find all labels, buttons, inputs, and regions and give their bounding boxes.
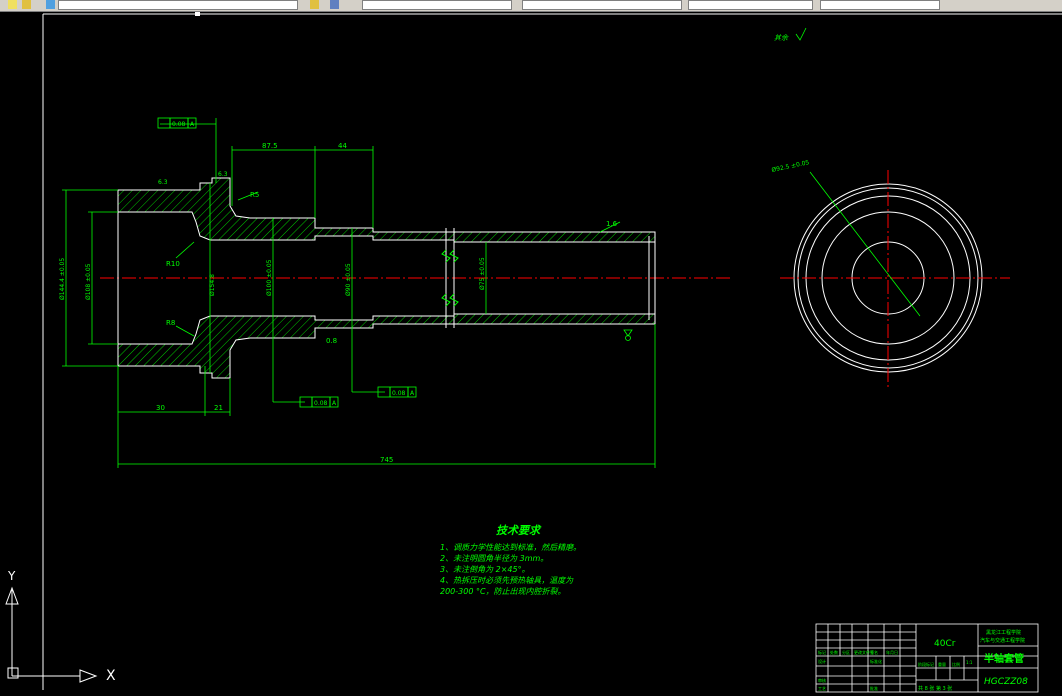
dimension-lines	[62, 118, 656, 468]
svg-text:A: A	[410, 390, 415, 397]
svg-text:阶段标记: 阶段标记	[918, 661, 934, 667]
svg-text:共 8 张 第 3 张: 共 8 张 第 3 张	[918, 685, 952, 692]
drawing-canvas[interactable]: 0.08 A 0.08 A 0.08 A 87.5 44 30 21 745 R…	[0, 12, 1062, 696]
toolbar-icon[interactable]	[46, 0, 55, 9]
svg-text:设计: 设计	[818, 658, 826, 664]
svg-text:年月日: 年月日	[886, 649, 898, 655]
svg-text:R5: R5	[250, 191, 259, 199]
cad-drawing: 0.08 A 0.08 A 0.08 A 87.5 44 30 21 745 R…	[5, 12, 1062, 693]
svg-text:标准化: 标准化	[870, 658, 882, 664]
title-drawing-no: HGCZZ08	[984, 677, 1028, 687]
roughness-note: 其余	[774, 34, 789, 42]
svg-text:1:1: 1:1	[966, 660, 973, 665]
svg-text:Ø100 ±0.05: Ø100 ±0.05	[266, 259, 273, 296]
svg-text:30: 30	[156, 404, 165, 412]
tech-item: 4、热拆压时必须先预热轴具，温度为	[440, 576, 574, 585]
layer-dropdown[interactable]	[58, 0, 298, 10]
ucs-x-label: X	[106, 668, 116, 684]
color-dropdown[interactable]	[362, 0, 512, 10]
tech-title: 技术要求	[496, 524, 542, 537]
tolerance-frame-1: 0.08 A	[157, 117, 197, 129]
svg-text:R8: R8	[166, 319, 175, 327]
svg-text:0.08: 0.08	[314, 400, 328, 407]
svg-text:签名: 签名	[870, 649, 878, 655]
svg-text:Ø154.8: Ø154.8	[209, 274, 216, 296]
svg-text:R10: R10	[166, 260, 180, 268]
svg-text:745: 745	[380, 456, 393, 464]
svg-text:87.5: 87.5	[262, 142, 278, 150]
toolbar-icon[interactable]	[22, 0, 31, 9]
toolbar-icon[interactable]	[330, 0, 339, 9]
svg-text:6.3: 6.3	[218, 171, 228, 178]
svg-text:Ø108 ±0.05: Ø108 ±0.05	[85, 263, 92, 300]
shaft-section-lower	[117, 313, 656, 379]
svg-text:汽车与交通工程学院: 汽车与交通工程学院	[980, 637, 1025, 644]
tolerance-frame-2: 0.08 A	[299, 396, 339, 408]
linetype-dropdown[interactable]	[522, 0, 682, 10]
svg-text:比例: 比例	[952, 661, 960, 667]
svg-text:44: 44	[338, 142, 347, 150]
svg-text:Ø75 ±0.05: Ø75 ±0.05	[479, 257, 486, 290]
svg-text:审核: 审核	[818, 677, 826, 683]
ucs-icon	[5, 586, 98, 683]
title-part-name: 半轴套管	[984, 652, 1024, 665]
toolbar-icon[interactable]	[310, 0, 319, 9]
svg-text:Ø90 ±0.05: Ø90 ±0.05	[345, 263, 352, 296]
svg-text:重量: 重量	[938, 661, 946, 667]
svg-text:21: 21	[214, 404, 223, 412]
svg-text:分区: 分区	[842, 649, 850, 655]
svg-text:批准: 批准	[870, 685, 878, 691]
toolbar	[0, 0, 1062, 12]
shaft-section-upper	[117, 177, 656, 243]
tech-item: 2、未注明圆角半径为 3mm。	[440, 554, 548, 563]
svg-text:处数: 处数	[830, 649, 838, 655]
title-material: 40Cr	[934, 639, 956, 649]
lineweight-dropdown[interactable]	[688, 0, 813, 10]
toolbar-icon[interactable]	[8, 0, 17, 9]
tech-item: 200-300 °C，防止出现内腔折裂。	[440, 587, 566, 596]
frame-marker	[195, 12, 200, 16]
svg-text:0.08: 0.08	[172, 121, 186, 128]
side-view	[793, 183, 983, 373]
svg-text:1.6: 1.6	[606, 220, 618, 228]
tech-item: 1、调质力学性能达到标准，然后精磨。	[440, 543, 581, 552]
svg-text:A: A	[332, 400, 337, 407]
svg-text:6.3: 6.3	[158, 179, 168, 186]
svg-text:Ø92.5 ±0.05: Ø92.5 ±0.05	[771, 159, 810, 174]
ucs-y-label: Y	[7, 569, 16, 583]
svg-text:黑龙江工程学院: 黑龙江工程学院	[986, 629, 1021, 636]
svg-text:标记: 标记	[818, 649, 826, 655]
svg-text:工艺: 工艺	[818, 686, 826, 691]
plotstyle-dropdown[interactable]	[820, 0, 940, 10]
svg-text:Ø144.4 ±0.05: Ø144.4 ±0.05	[59, 258, 66, 300]
svg-text:0.08: 0.08	[392, 390, 406, 397]
svg-text:A: A	[190, 121, 195, 128]
tech-item: 3、未注倒角为 2×45°。	[440, 565, 530, 574]
svg-text:0.8: 0.8	[326, 337, 337, 345]
